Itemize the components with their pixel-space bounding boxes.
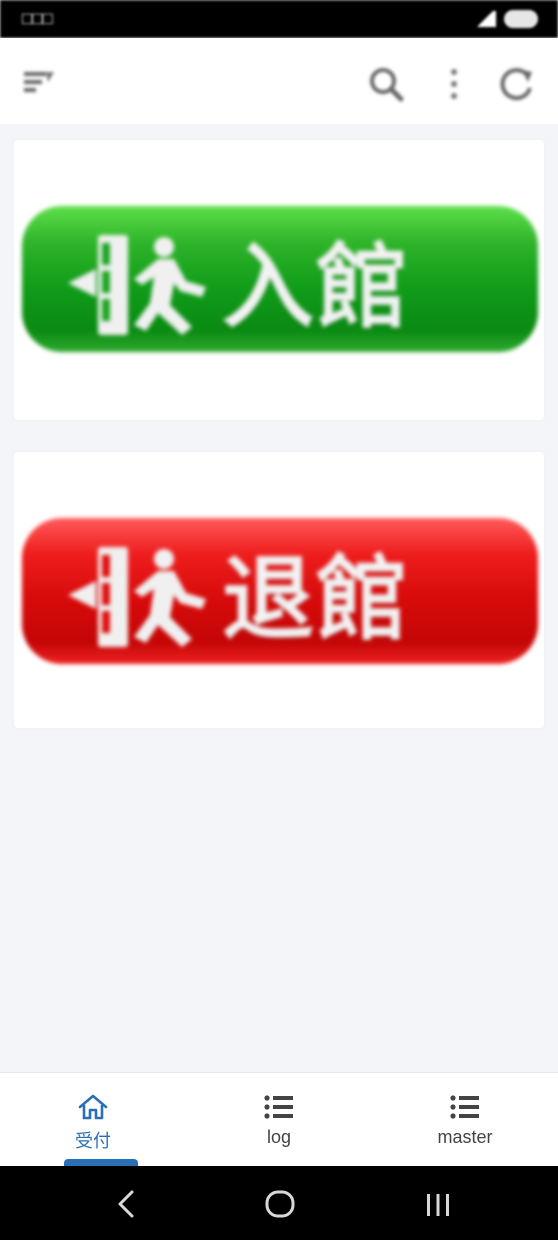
list-icon [264, 1095, 293, 1119]
home-icon [78, 1094, 108, 1120]
check-in-label: 入館 [222, 233, 411, 341]
home-circle-icon[interactable] [260, 1184, 300, 1224]
check-out-button[interactable]: 退館 [22, 518, 538, 664]
nav-label-reception: 受付 [75, 1131, 111, 1151]
emergency-exit-pictogram-icon [68, 547, 206, 647]
system-nav-bar [0, 1166, 558, 1240]
list-icon [450, 1095, 479, 1119]
status-text: □□□ [22, 9, 53, 28]
nav-item-reception[interactable]: 受付 [0, 1073, 186, 1167]
check-in-button[interactable]: 入館 [22, 206, 538, 352]
signal-icon [474, 11, 496, 27]
top-toolbar [0, 38, 558, 124]
emergency-exit-pictogram-icon [68, 235, 206, 335]
search-icon[interactable] [366, 64, 406, 104]
more-vert-icon[interactable] [440, 64, 468, 104]
check-in-card: 入館 [14, 140, 544, 420]
bottom-nav: 受付 log master [0, 1072, 558, 1167]
status-bar: □□□ [0, 0, 558, 38]
status-left: □□□ [22, 9, 53, 29]
back-icon[interactable] [106, 1184, 146, 1224]
nav-item-master[interactable]: master [372, 1073, 558, 1166]
recents-icon[interactable] [418, 1184, 458, 1224]
check-out-label: 退館 [222, 545, 411, 653]
battery-icon [504, 10, 538, 28]
menu-icon[interactable] [20, 64, 58, 100]
nav-label-master: master [437, 1127, 493, 1147]
refresh-icon[interactable] [494, 64, 538, 104]
nav-label-log: log [266, 1127, 292, 1147]
status-right [474, 10, 538, 28]
check-out-card: 退館 [14, 452, 544, 728]
nav-item-log[interactable]: log [186, 1073, 372, 1166]
